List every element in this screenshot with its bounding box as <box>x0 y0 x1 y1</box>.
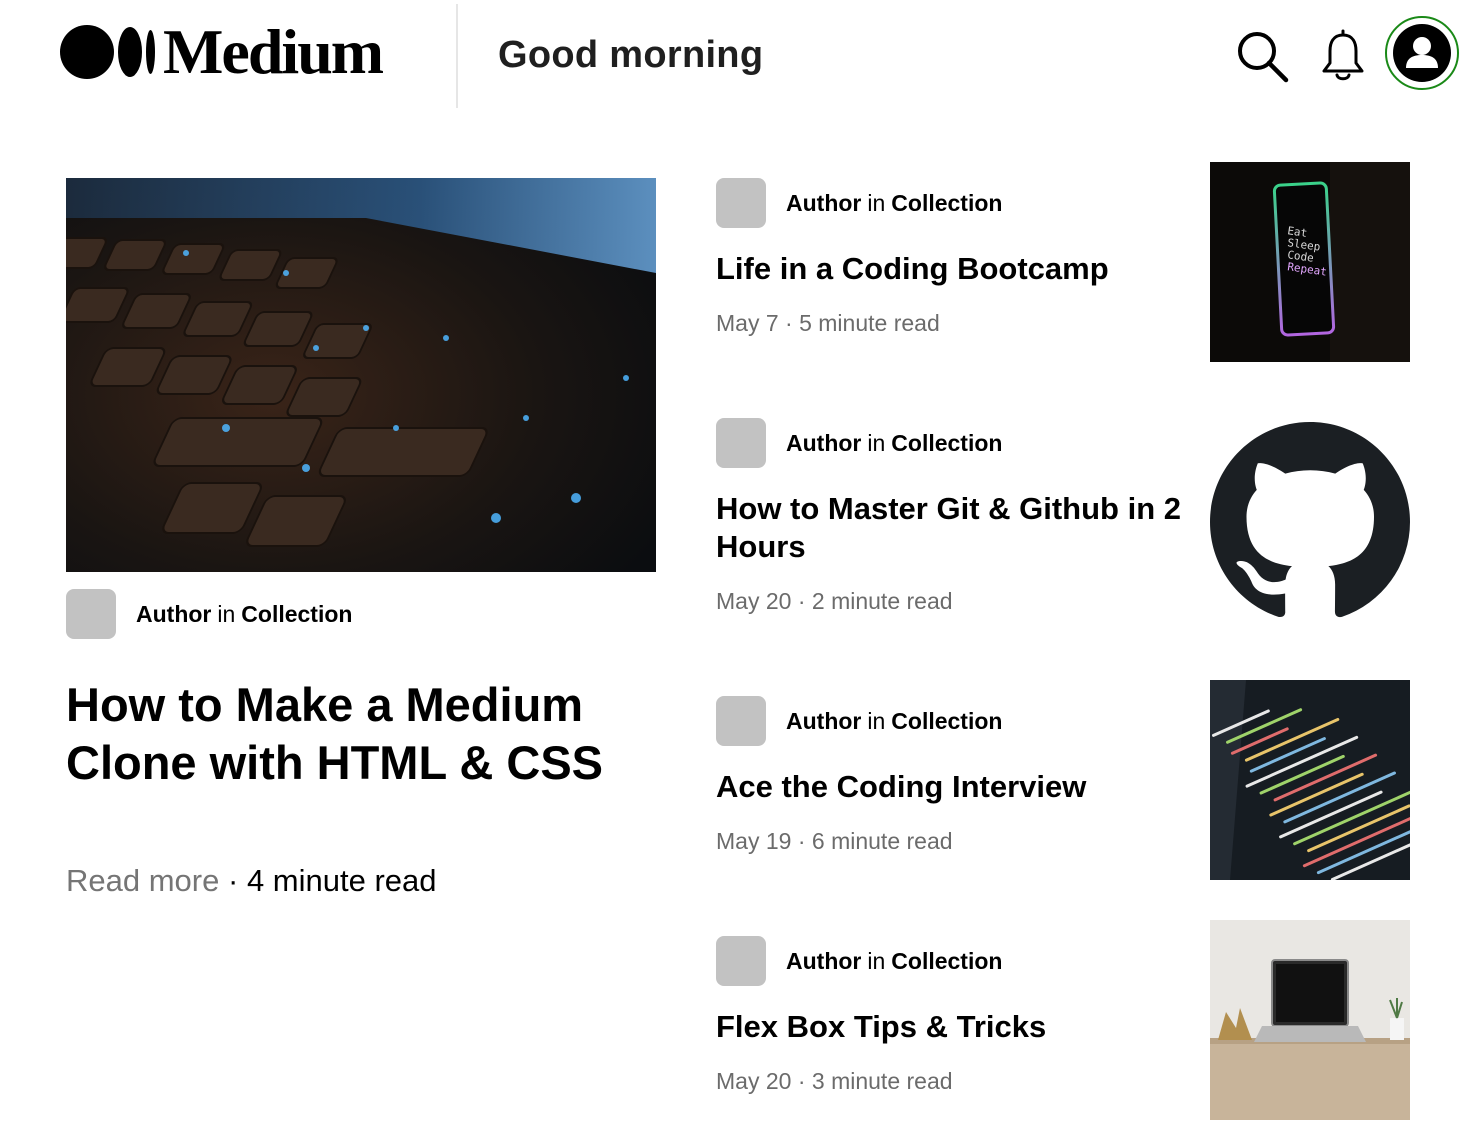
article-meta: Author in Collection <box>716 178 1002 228</box>
featured-article-image[interactable] <box>66 178 656 572</box>
in-label: in <box>217 600 236 627</box>
article-meta: Author in Collection <box>716 936 1002 986</box>
in-label: in <box>867 707 886 734</box>
read-time: 3 minute read <box>811 1068 953 1094</box>
article-title[interactable]: Flex Box Tips & Tricks <box>716 1008 1206 1046</box>
author-name[interactable]: Author <box>136 601 211 628</box>
article-thumbnail[interactable] <box>1210 920 1410 1120</box>
featured-article-footer: Read more · 4 minute read <box>66 863 437 899</box>
code-screen-image <box>1210 680 1410 880</box>
author-avatar[interactable] <box>716 178 766 228</box>
author-name[interactable]: Author <box>786 430 861 457</box>
collection-name[interactable]: Collection <box>241 601 352 628</box>
header-divider <box>456 4 458 108</box>
in-label: in <box>867 429 886 456</box>
article-thumbnail[interactable] <box>1210 422 1410 622</box>
keyboard-image <box>66 178 656 572</box>
github-logo-icon <box>1210 422 1410 618</box>
article-date: May 20 <box>716 588 792 614</box>
article-date-readtime: May 20 · 3 minute read <box>716 1068 953 1095</box>
featured-article-meta: Author in Collection <box>66 589 352 639</box>
search-icon <box>1238 32 1289 83</box>
author-name[interactable]: Author <box>786 708 861 735</box>
collection-name[interactable]: Collection <box>891 190 1002 217</box>
article-date: May 19 <box>716 828 792 854</box>
notifications-button[interactable] <box>1318 24 1368 86</box>
separator-dot: · <box>797 588 806 614</box>
author-avatar[interactable] <box>716 936 766 986</box>
separator-dot: · <box>797 828 806 854</box>
author-avatar[interactable] <box>716 696 766 746</box>
author-name[interactable]: Author <box>786 190 861 217</box>
article-thumbnail[interactable] <box>1210 680 1410 880</box>
article-date-readtime: May 19 · 6 minute read <box>716 828 953 855</box>
article-meta: Author in Collection <box>716 418 1002 468</box>
in-label: in <box>867 947 886 974</box>
medium-logo[interactable]: Medium <box>60 16 384 87</box>
article-thumbnail[interactable]: Eat Sleep Code Repeat <box>1210 162 1410 362</box>
author-avatar[interactable] <box>716 418 766 468</box>
collection-name[interactable]: Collection <box>891 948 1002 975</box>
search-button[interactable] <box>1232 26 1292 86</box>
separator-dot: · <box>227 863 239 898</box>
featured-article-title[interactable]: How to Make a Medium Clone with HTML & C… <box>66 676 666 792</box>
article-title[interactable]: How to Master Git & Github in 2 Hours <box>716 490 1206 566</box>
in-label: in <box>867 189 886 216</box>
read-time: 5 minute read <box>799 310 940 336</box>
read-time: 4 minute read <box>246 863 437 898</box>
greeting-heading: Good morning <box>498 34 764 76</box>
separator-dot: · <box>797 1068 806 1094</box>
article-date-readtime: May 20 · 2 minute read <box>716 588 953 615</box>
author-name[interactable]: Author <box>786 948 861 975</box>
bell-icon <box>1322 29 1364 81</box>
read-time: 6 minute read <box>811 828 953 854</box>
logo-text: Medium <box>163 16 384 87</box>
collection-name[interactable]: Collection <box>891 430 1002 457</box>
profile-avatar-button[interactable] <box>1385 16 1459 90</box>
article-date: May 20 <box>716 1068 792 1094</box>
separator-dot: · <box>785 310 793 336</box>
phone-image: Eat Sleep Code Repeat <box>1210 162 1410 362</box>
article-meta: Author in Collection <box>716 696 1002 746</box>
laptop-desk-image <box>1210 920 1410 1120</box>
article-title[interactable]: Ace the Coding Interview <box>716 768 1206 806</box>
read-more-link[interactable]: Read more <box>66 863 219 898</box>
article-date-readtime: May 7 · 5 minute read <box>716 310 940 337</box>
read-time: 2 minute read <box>811 588 953 614</box>
medium-logo-icon <box>60 25 155 79</box>
author-avatar[interactable] <box>66 589 116 639</box>
article-date: May 7 <box>716 310 779 336</box>
article-title[interactable]: Life in a Coding Bootcamp <box>716 250 1206 288</box>
user-icon <box>1393 24 1451 82</box>
collection-name[interactable]: Collection <box>891 708 1002 735</box>
